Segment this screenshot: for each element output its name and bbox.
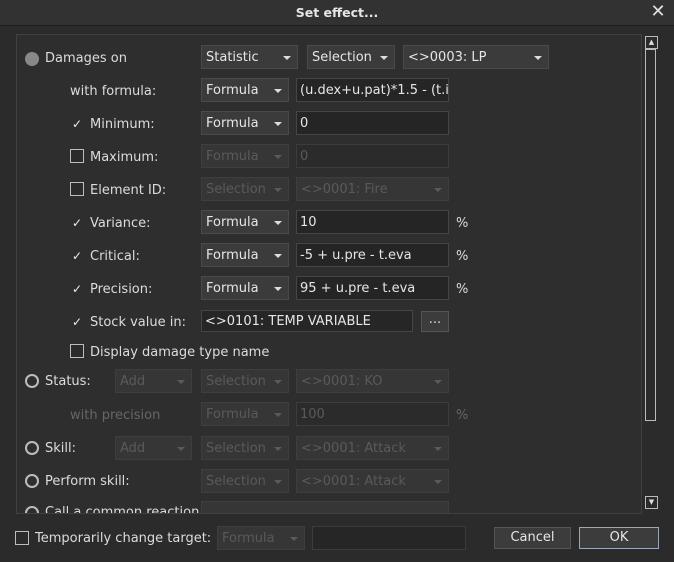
status-precision-unit: % xyxy=(456,408,469,423)
chevron-down-icon xyxy=(274,413,282,417)
chevron-down-icon xyxy=(274,89,282,93)
call-common-label: Call a common reaction xyxy=(45,505,200,514)
stock-browse-button[interactable]: ... xyxy=(421,311,449,332)
precision-unit: % xyxy=(456,282,469,297)
chevron-down-icon xyxy=(274,447,282,451)
cancel-button[interactable]: Cancel xyxy=(494,527,571,549)
display-damage-label: Display damage type name xyxy=(90,345,270,360)
status-op-select: Add xyxy=(115,369,192,393)
chevron-down-icon xyxy=(434,188,442,192)
chevron-down-icon xyxy=(177,447,185,451)
precision-type-select[interactable]: Formula xyxy=(201,276,289,300)
title-bar: Set effect... ✕ xyxy=(0,0,674,26)
damages-target-mode-select[interactable]: Selection xyxy=(307,45,395,69)
chevron-down-icon xyxy=(274,221,282,225)
stock-variable-field: <>0101: TEMP VARIABLE xyxy=(201,310,413,332)
chevron-down-icon xyxy=(434,447,442,451)
skill-mode-select: Selection xyxy=(201,436,289,460)
precision-label: Precision: xyxy=(90,282,153,297)
chevron-down-icon xyxy=(274,122,282,126)
skill-label: Skill: xyxy=(45,441,76,456)
close-icon[interactable]: ✕ xyxy=(650,3,666,21)
variance-checkmark-icon[interactable]: ✓ xyxy=(72,216,82,230)
scrollbar-thumb[interactable] xyxy=(645,49,656,421)
scroll-up-icon[interactable]: ▲ xyxy=(645,36,658,49)
minimum-checkmark-icon[interactable]: ✓ xyxy=(72,117,82,131)
critical-checkmark-icon[interactable]: ✓ xyxy=(72,249,82,263)
display-damage-checkbox[interactable] xyxy=(70,344,84,358)
status-mode-select: Selection xyxy=(201,369,289,393)
skill-radio[interactable] xyxy=(25,441,39,455)
chevron-down-icon xyxy=(274,480,282,484)
chevron-down-icon xyxy=(274,287,282,291)
chevron-down-icon xyxy=(434,380,442,384)
temp-change-input xyxy=(312,526,466,550)
variance-unit: % xyxy=(456,216,469,231)
effect-options-panel: Damages on Statistic Selection <>0003: L… xyxy=(16,34,642,514)
temp-change-type-select: Formula xyxy=(217,526,305,550)
temp-change-label: Temporarily change target: xyxy=(35,531,212,546)
element-label: Element ID: xyxy=(90,183,167,198)
chevron-down-icon xyxy=(274,155,282,159)
chevron-down-icon xyxy=(380,56,388,60)
element-type-select: Selection xyxy=(201,177,289,201)
minimum-input[interactable]: 0 xyxy=(296,111,449,135)
chevron-down-icon xyxy=(290,537,298,541)
critical-unit: % xyxy=(456,249,469,264)
maximum-checkbox[interactable] xyxy=(70,149,84,163)
perform-skill-value-select: <>0001: Attack xyxy=(296,469,449,493)
chevron-down-icon xyxy=(274,188,282,192)
variance-label: Variance: xyxy=(90,216,151,231)
chevron-down-icon xyxy=(283,56,291,60)
critical-type-select[interactable]: Formula xyxy=(201,243,289,267)
critical-label: Critical: xyxy=(90,249,140,264)
status-radio[interactable] xyxy=(25,374,39,388)
temp-change-checkbox[interactable] xyxy=(15,531,29,545)
variance-type-select[interactable]: Formula xyxy=(201,210,289,234)
critical-input[interactable]: -5 + u.pre - t.eva xyxy=(296,243,449,267)
minimum-label: Minimum: xyxy=(90,117,155,132)
maximum-label: Maximum: xyxy=(90,150,159,165)
chevron-down-icon xyxy=(177,380,185,384)
status-precision-input: 100 xyxy=(296,402,449,426)
window-title: Set effect... xyxy=(295,5,379,20)
precision-input[interactable]: 95 + u.pre - t.eva xyxy=(296,276,449,300)
element-value-select: <>0001: Fire xyxy=(296,177,449,201)
chevron-down-icon xyxy=(434,480,442,484)
minimum-type-select[interactable]: Formula xyxy=(201,111,289,135)
vertical-scrollbar[interactable]: ▲ ▼ xyxy=(644,34,658,512)
chevron-down-icon xyxy=(274,380,282,384)
chevron-down-icon xyxy=(534,56,542,60)
ok-button[interactable]: OK xyxy=(579,527,659,549)
damages-radio[interactable] xyxy=(25,52,39,66)
call-common-select xyxy=(201,501,449,513)
chevron-down-icon xyxy=(274,254,282,258)
precision-checkmark-icon[interactable]: ✓ xyxy=(72,282,82,296)
scroll-down-icon[interactable]: ▼ xyxy=(645,496,658,509)
stock-checkmark-icon[interactable]: ✓ xyxy=(72,315,82,329)
formula-label: with formula: xyxy=(70,84,157,99)
formula-input[interactable]: (u.dex+u.pat)*1.5 - (t.int xyxy=(296,78,449,102)
status-precision-label: with precision xyxy=(70,408,161,423)
status-label: Status: xyxy=(45,374,91,389)
perform-skill-radio[interactable] xyxy=(25,474,39,488)
damages-target-type-select[interactable]: Statistic xyxy=(201,45,298,69)
call-common-radio[interactable] xyxy=(25,506,39,513)
maximum-input: 0 xyxy=(296,144,449,168)
element-checkbox[interactable] xyxy=(70,182,84,196)
status-value-select: <>0001: KO xyxy=(296,369,449,393)
variance-input[interactable]: 10 xyxy=(296,210,449,234)
maximum-type-select: Formula xyxy=(201,144,289,168)
skill-value-select: <>0001: Attack xyxy=(296,436,449,460)
skill-op-select: Add xyxy=(115,436,192,460)
damages-label: Damages on xyxy=(45,51,127,66)
stock-label: Stock value in: xyxy=(90,315,186,330)
perform-skill-mode-select: Selection xyxy=(201,469,289,493)
perform-skill-label: Perform skill: xyxy=(45,474,130,489)
status-precision-type-select: Formula xyxy=(201,402,289,426)
formula-type-select[interactable]: Formula xyxy=(201,78,289,102)
damages-target-value-select[interactable]: <>0003: LP xyxy=(403,45,549,69)
